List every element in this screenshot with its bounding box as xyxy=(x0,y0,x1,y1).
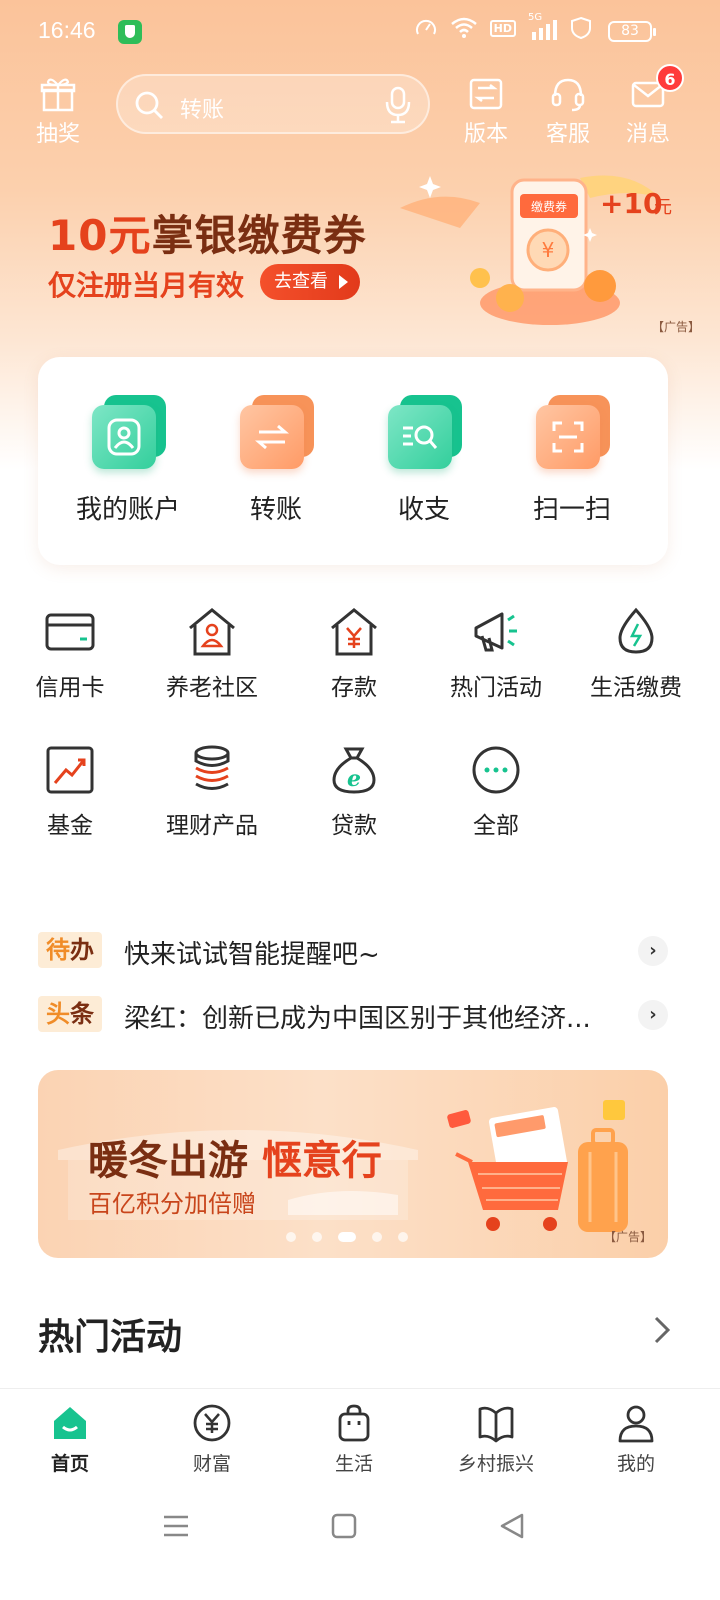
pagination-dot[interactable] xyxy=(372,1232,382,1242)
coin-stack-icon xyxy=(194,745,230,790)
shopping-bag-icon xyxy=(338,1404,370,1442)
money-bag-icon: e xyxy=(332,747,376,794)
yuan-coin-icon xyxy=(193,1404,231,1442)
grid-item-credit-card[interactable]: 信用卡 xyxy=(0,606,140,702)
messages-badge: 6 xyxy=(656,64,684,92)
open-book-icon xyxy=(478,1406,514,1443)
gift-icon xyxy=(40,78,76,112)
headline-text: 梁红：创新已成为中国区别于其他经济... xyxy=(124,1004,591,1034)
pagination-dot-active[interactable] xyxy=(338,1232,356,1242)
chevron-right-icon[interactable]: › xyxy=(638,936,668,966)
headline-notice[interactable]: 头条 梁红：创新已成为中国区别于其他经济... › xyxy=(38,994,668,1034)
banner-title[interactable]: 10元掌银缴费券 xyxy=(48,202,366,263)
person-icon xyxy=(618,1405,654,1443)
account-icon xyxy=(90,395,166,471)
todo-text: 快来试试智能提醒吧~ xyxy=(124,940,380,970)
grid-item-all[interactable]: 全部 xyxy=(426,744,566,840)
grid-item-loan[interactable]: e 贷款 xyxy=(284,744,424,840)
quick-actions-card: 我的账户 转账 收支 扫一扫 xyxy=(38,357,668,565)
home-square-icon[interactable] xyxy=(330,1512,358,1540)
nav-rural-revitalization[interactable]: 乡村振兴 xyxy=(426,1403,566,1476)
grid-item-hot-activities[interactable]: 热门活动 xyxy=(426,606,566,702)
lottery-label: 抽奖 xyxy=(35,122,80,147)
service-label: 客服 xyxy=(545,122,590,147)
headset-icon xyxy=(551,78,585,112)
wifi-icon xyxy=(450,17,477,38)
fund-chart-icon xyxy=(46,746,94,794)
hd-icon: HD xyxy=(489,19,516,37)
version-button[interactable]: 版本 xyxy=(458,76,514,148)
promo-ad-label: 【广告】 xyxy=(604,1230,653,1244)
nav-life[interactable]: 生活 xyxy=(284,1403,424,1476)
nav-wealth[interactable]: 财富 xyxy=(142,1403,282,1476)
lottery-button[interactable]: 抽奖 xyxy=(30,76,86,148)
search-placeholder: 转账 xyxy=(180,98,225,123)
quick-action-income-expense[interactable]: 收支 xyxy=(354,395,494,526)
scan-icon xyxy=(534,395,610,471)
pagination-dot[interactable] xyxy=(286,1232,296,1242)
security-app-icon xyxy=(118,20,142,44)
chevron-right-icon[interactable] xyxy=(652,1314,672,1346)
status-time: 16:46 xyxy=(38,17,96,43)
promo-banner[interactable]: 暖冬出游 惬意行 百亿积分加倍赠 【广告】 xyxy=(38,1070,668,1258)
version-label: 版本 xyxy=(463,122,508,147)
pagination-dot[interactable] xyxy=(398,1232,408,1242)
deposit-icon xyxy=(331,608,377,656)
home-icon xyxy=(54,1407,86,1439)
svg-text:e: e xyxy=(347,766,361,792)
water-drop-icon xyxy=(618,607,654,654)
banner-subtitle: 仅注册当月有效 xyxy=(48,269,245,302)
search-bar[interactable]: 转账 xyxy=(116,74,430,134)
quick-action-scan[interactable]: 扫一扫 xyxy=(502,395,642,526)
coupon-illustration: 缴费券 ¥ +10 元 xyxy=(400,175,672,325)
income-expense-icon xyxy=(386,395,462,471)
play-triangle-icon xyxy=(339,275,348,289)
todo-notice[interactable]: 待办 快来试试智能提醒吧~ › xyxy=(38,930,668,970)
hot-activities-title: 热门活动 xyxy=(38,1317,183,1358)
grid-item-wealth-products[interactable]: 理财产品 xyxy=(142,744,282,840)
promo-subtitle: 百亿积分加倍赠 xyxy=(88,1190,256,1218)
back-triangle-icon[interactable] xyxy=(498,1512,526,1540)
svg-text:¥: ¥ xyxy=(542,238,555,262)
customer-service-button[interactable]: 客服 xyxy=(540,76,596,148)
status-bar: 16:46 HD 5G 83 xyxy=(0,0,720,64)
bonus-unit: 元 xyxy=(654,197,672,218)
nav-home[interactable]: 首页 xyxy=(0,1403,140,1476)
quick-action-my-account[interactable]: 我的账户 xyxy=(58,395,198,526)
nav-me[interactable]: 我的 xyxy=(566,1403,706,1476)
grid-item-fund[interactable]: 基金 xyxy=(0,744,140,840)
menu-icon[interactable] xyxy=(162,1512,190,1540)
headline-tag: 头条 xyxy=(38,996,102,1032)
messages-label: 消息 xyxy=(625,122,670,147)
speed-icon xyxy=(415,19,436,35)
elderly-home-icon xyxy=(189,608,235,656)
bottom-navigation: 首页 财富 生活 乡村振兴 我的 xyxy=(0,1388,720,1488)
banner-ad-label: 【广告】 xyxy=(652,320,701,334)
chevron-right-icon[interactable]: › xyxy=(638,1000,668,1030)
promo-pagination xyxy=(286,1232,408,1242)
quick-action-transfer[interactable]: 转账 xyxy=(206,395,346,526)
promo-title: 暖冬出游 惬意行 xyxy=(88,1138,382,1184)
coupon-text: 缴费券 xyxy=(531,199,567,214)
shield-icon xyxy=(571,16,591,40)
grid-item-deposit[interactable]: 存款 xyxy=(284,606,424,702)
grid-item-elderly-community[interactable]: 养老社区 xyxy=(142,606,282,702)
todo-tag: 待办 xyxy=(38,932,102,968)
system-navigation-bar xyxy=(0,1488,720,1600)
megaphone-icon xyxy=(474,612,517,652)
banner-view-button[interactable]: 去查看 xyxy=(260,264,360,300)
battery-indicator: 83 xyxy=(608,21,656,42)
credit-card-icon xyxy=(45,613,95,651)
transfer-icon xyxy=(238,395,314,471)
signal-icon: 5G xyxy=(528,12,558,40)
pagination-dot[interactable] xyxy=(312,1232,322,1242)
more-icon xyxy=(472,746,520,794)
version-switch-icon xyxy=(469,78,503,110)
grid-item-utility-payment[interactable]: 生活缴费 xyxy=(566,606,706,702)
microphone-icon[interactable] xyxy=(384,86,412,124)
search-icon xyxy=(135,91,163,119)
